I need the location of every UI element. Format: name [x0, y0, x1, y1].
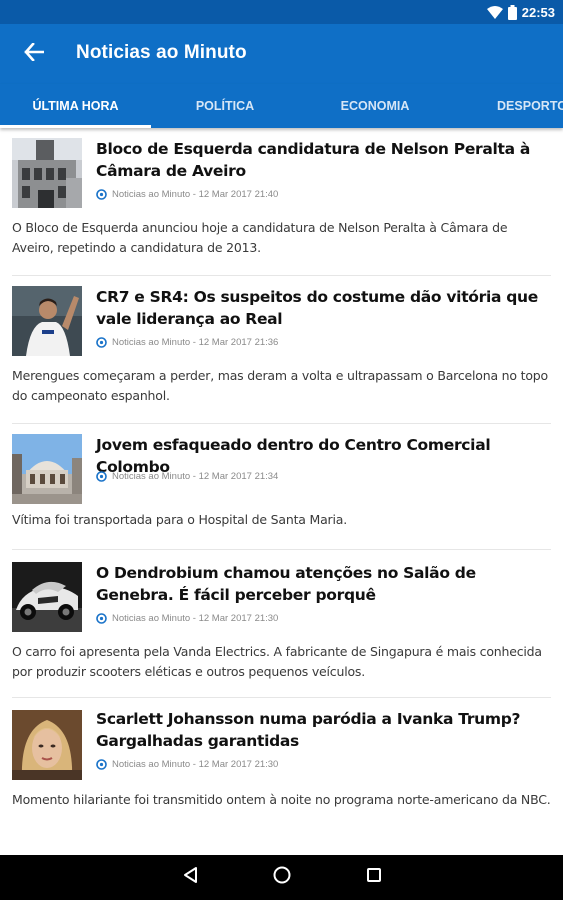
article-summary: Merengues começaram a perder, mas deram …: [12, 368, 548, 403]
article-thumbnail: [12, 286, 82, 356]
article-item[interactable]: CR7 e SR4: Os suspeitos do costume dão v…: [0, 276, 563, 424]
article-source: Noticias ao Minuto - 12 Mar 2017 21:36: [112, 337, 279, 348]
article-summary: O carro foi apresenta pela Vanda Electri…: [12, 644, 542, 679]
article-thumbnail: [12, 562, 82, 632]
article-title[interactable]: Bloco de Esquerda candidatura de Nelson …: [96, 138, 545, 182]
status-icons: 22:53: [486, 3, 555, 21]
tab-ultima-hora[interactable]: Última hora: [0, 84, 151, 128]
source-logo-icon: [96, 471, 107, 482]
article-meta: Noticias ao Minuto - 12 Mar 2017 21:34: [96, 471, 278, 482]
source-logo-icon: [96, 613, 107, 624]
clock: 22:53: [521, 4, 555, 20]
article-source: Noticias ao Minuto - 12 Mar 2017 21:34: [112, 471, 279, 482]
back-triangle-icon: [182, 866, 198, 889]
app-title: Noticias ao Minuto: [76, 42, 247, 63]
article-source: Noticias ao Minuto - 12 Mar 2017 21:30: [112, 759, 279, 770]
arrow-left-icon: [24, 41, 45, 66]
article-thumbnail: [12, 710, 82, 780]
article-item[interactable]: Jovem esfaqueado dentro do Centro Comerc…: [0, 424, 563, 550]
back-button[interactable]: [20, 40, 48, 68]
nav-home-button[interactable]: [262, 855, 302, 900]
recents-square-icon: [366, 867, 382, 888]
article-item[interactable]: Scarlett Johansson numa paródia a Ivanka…: [0, 698, 563, 855]
article-summary: O Bloco de Esquerda anunciou hoje a cand…: [12, 220, 508, 255]
nav-recents-button[interactable]: [354, 855, 394, 900]
news-feed[interactable]: Bloco de Esquerda candidatura de Nelson …: [0, 128, 563, 855]
article-title[interactable]: O Dendrobium chamou atenções no Salão de…: [96, 562, 545, 606]
article-meta: Noticias ao Minuto - 12 Mar 2017 21:30: [96, 759, 278, 770]
article-meta: Noticias ao Minuto - 12 Mar 2017 21:40: [96, 189, 278, 200]
tab-economia[interactable]: Economia: [300, 84, 450, 128]
article-thumbnail: [12, 138, 82, 208]
article-meta: Noticias ao Minuto - 12 Mar 2017 21:30: [96, 613, 278, 624]
article-thumbnail: [12, 434, 82, 504]
article-summary: Momento hilariante foi transmitido ontem…: [12, 792, 551, 807]
nav-back-button[interactable]: [170, 855, 210, 900]
app-bar: Noticias ao Minuto: [0, 24, 563, 84]
tab-politica[interactable]: Política: [151, 84, 299, 128]
tab-desporto[interactable]: Desporto: [462, 84, 563, 128]
article-item[interactable]: O Dendrobium chamou atenções no Salão de…: [0, 550, 563, 698]
article-title[interactable]: CR7 e SR4: Os suspeitos do costume dão v…: [96, 286, 545, 330]
tab-bar: Última hora Política Economia Desporto: [0, 84, 563, 128]
navigation-bar: [0, 855, 563, 900]
article-source: Noticias ao Minuto - 12 Mar 2017 21:30: [112, 613, 279, 624]
article-title[interactable]: Scarlett Johansson numa paródia a Ivanka…: [96, 708, 545, 752]
status-bar: 22:53: [0, 0, 563, 24]
source-logo-icon: [96, 189, 107, 200]
article-item[interactable]: Bloco de Esquerda candidatura de Nelson …: [0, 128, 563, 276]
home-circle-icon: [273, 866, 291, 889]
source-logo-icon: [96, 337, 107, 348]
article-summary: Vítima foi transportada para o Hospital …: [12, 512, 347, 527]
article-source: Noticias ao Minuto - 12 Mar 2017 21:40: [112, 189, 279, 200]
tab-indicator: [0, 125, 151, 128]
battery-icon: [507, 4, 517, 20]
wifi-icon: [486, 5, 503, 19]
source-logo-icon: [96, 759, 107, 770]
article-meta: Noticias ao Minuto - 12 Mar 2017 21:36: [96, 337, 278, 348]
